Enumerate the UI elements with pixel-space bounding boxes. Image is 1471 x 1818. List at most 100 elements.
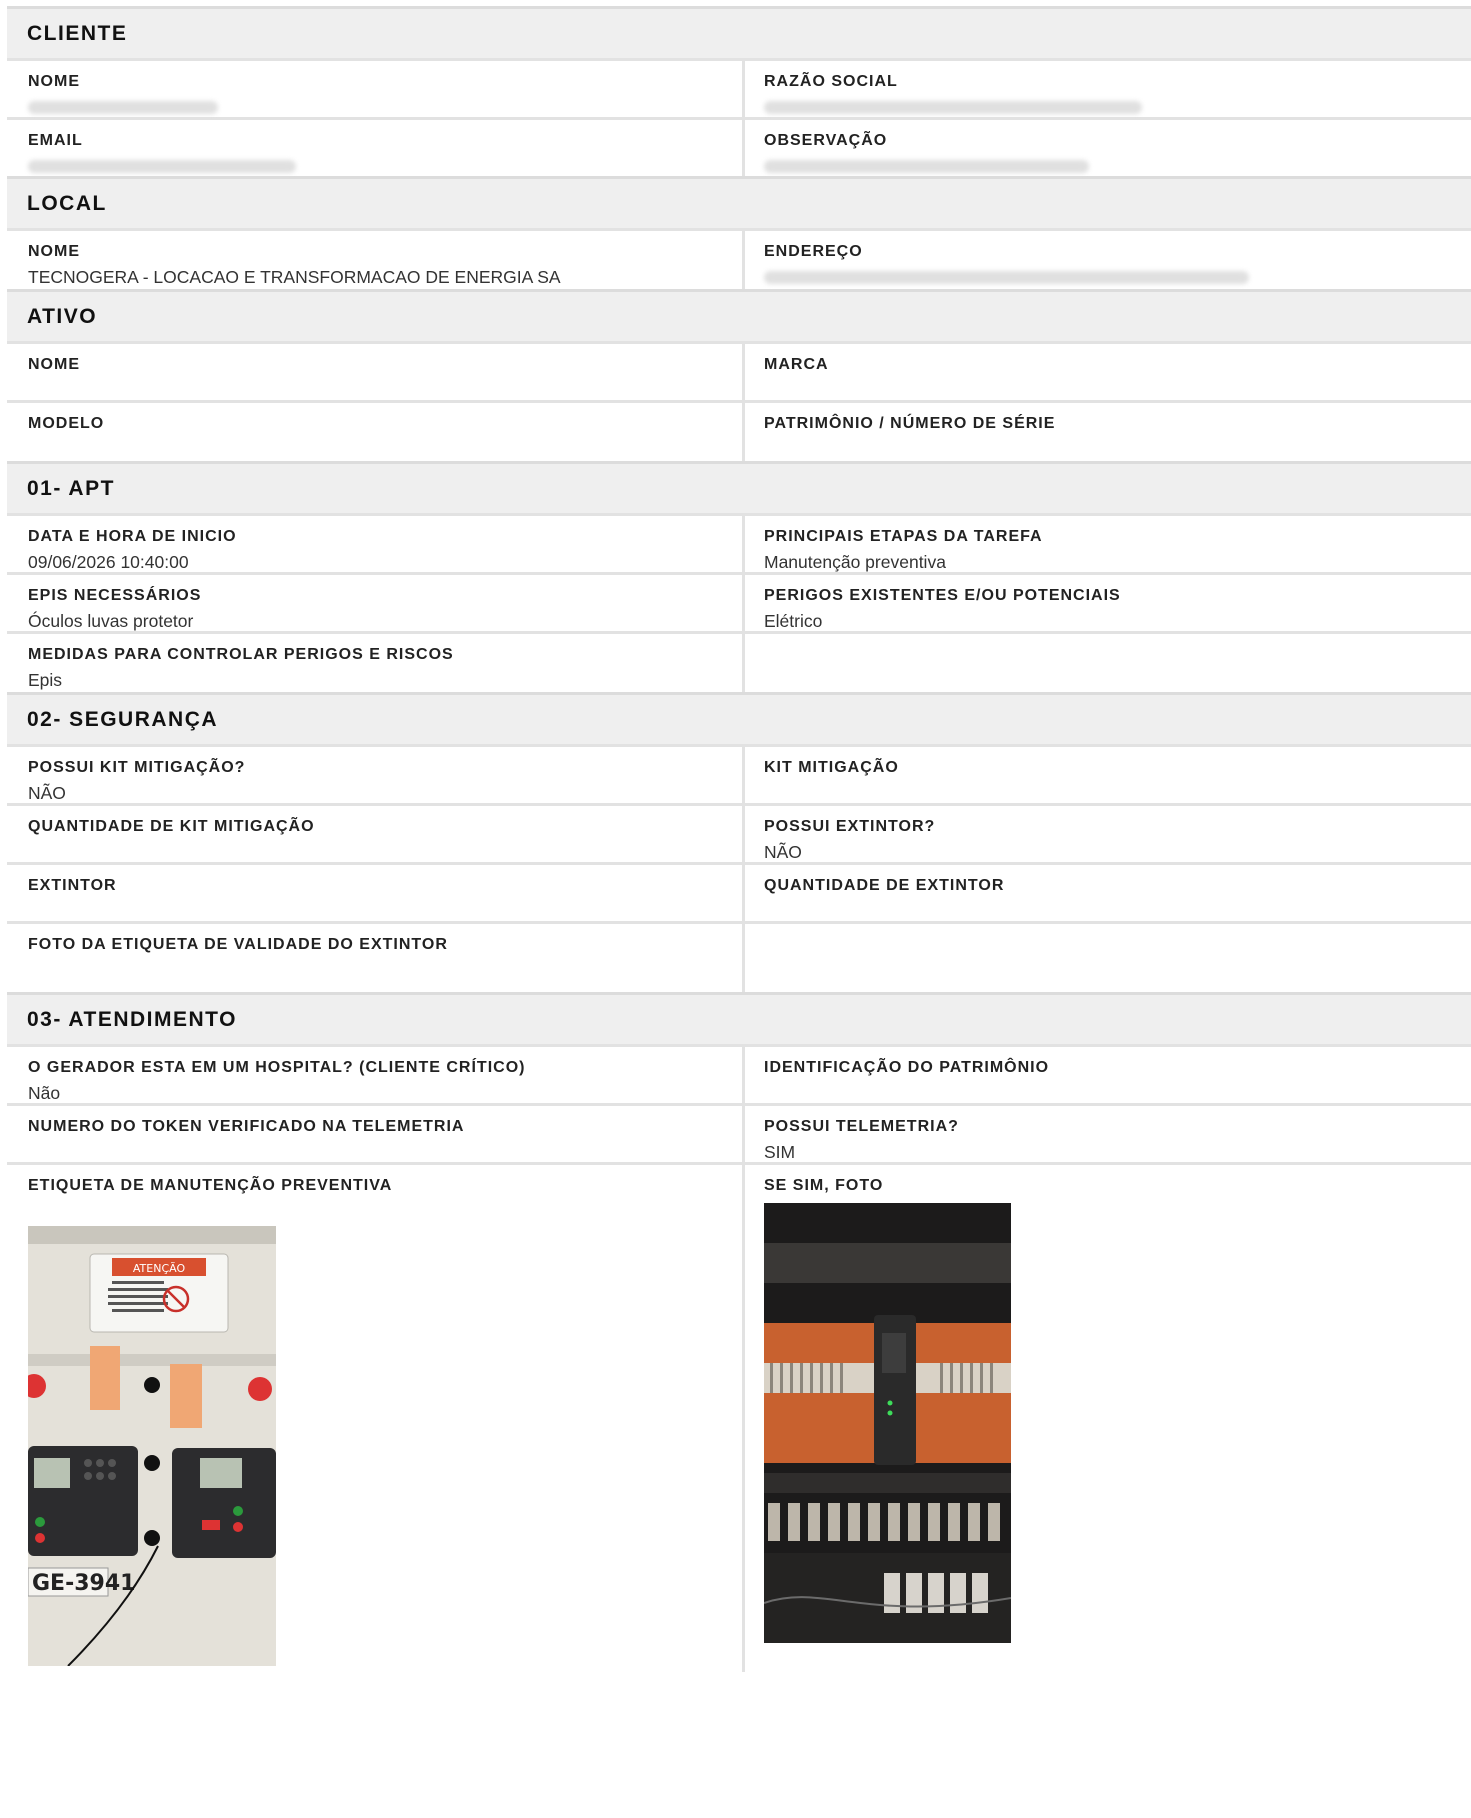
field-label: KIT MITIGAÇÃO bbox=[764, 759, 899, 776]
field-value: NÃO bbox=[764, 842, 802, 862]
field-token: NUMERO DO TOKEN VERIFICADO NA TELEMETRIA bbox=[7, 1106, 742, 1162]
field-cliente-observacao: OBSERVAÇÃO bbox=[742, 120, 1471, 176]
field-label: POSSUI EXTINTOR? bbox=[764, 818, 936, 835]
field-label: DATA E HORA DE INICIO bbox=[28, 528, 237, 545]
field-label: NOME bbox=[28, 243, 80, 260]
report-sheet: CLIENTE NOME RAZÃO SOCIAL EMAIL OBSERVAÇ… bbox=[7, 6, 1471, 1672]
field-possui-kit: POSSUI KIT MITIGAÇÃO? NÃO bbox=[7, 747, 742, 803]
section-cliente-header: CLIENTE bbox=[7, 6, 1471, 58]
field-value: Óculos luvas protetor bbox=[28, 611, 194, 631]
field-extintor: EXTINTOR bbox=[7, 865, 742, 921]
field-qtd-kit: QUANTIDADE DE KIT MITIGAÇÃO bbox=[7, 806, 742, 862]
field-row: MEDIDAS PARA CONTROLAR PERIGOS E RISCOS … bbox=[7, 631, 1471, 692]
field-telemetria: POSSUI TELEMETRIA? SIM bbox=[742, 1106, 1471, 1162]
field-label: POSSUI KIT MITIGAÇÃO? bbox=[28, 759, 246, 776]
field-apt-etapas: PRINCIPAIS ETAPAS DA TAREFA Manutenção p… bbox=[742, 516, 1471, 572]
redacted-value bbox=[28, 160, 296, 173]
redacted-value bbox=[764, 160, 1089, 173]
field-ativo-nome: NOME bbox=[7, 344, 742, 400]
field-label: SE SIM, FOTO bbox=[764, 1177, 884, 1194]
field-row: FOTO DA ETIQUETA DE VALIDADE DO EXTINTOR bbox=[7, 921, 1471, 992]
field-label: NUMERO DO TOKEN VERIFICADO NA TELEMETRIA bbox=[28, 1118, 465, 1135]
field-label: PRINCIPAIS ETAPAS DA TAREFA bbox=[764, 528, 1043, 545]
field-row: EXTINTOR QUANTIDADE DE EXTINTOR bbox=[7, 862, 1471, 921]
field-row: NOME RAZÃO SOCIAL bbox=[7, 58, 1471, 117]
field-value: Elétrico bbox=[764, 611, 823, 631]
redacted-value bbox=[764, 101, 1142, 114]
field-value: Não bbox=[28, 1083, 61, 1103]
field-value: NÃO bbox=[28, 783, 66, 803]
field-label: EPIS NECESSÁRIOS bbox=[28, 587, 202, 604]
field-local-nome: NOME TECNOGERA - LOCACAO E TRANSFORMACAO… bbox=[7, 231, 742, 289]
field-local-endereco: ENDEREÇO bbox=[742, 231, 1471, 289]
field-label: MEDIDAS PARA CONTROLAR PERIGOS E RISCOS bbox=[28, 646, 454, 663]
telemetria-photo[interactable] bbox=[764, 1203, 1011, 1643]
field-label: PATRIMÔNIO / NÚMERO DE SÉRIE bbox=[764, 415, 1056, 432]
redacted-value bbox=[28, 101, 218, 114]
generator-panel-image: ATENÇÃO GE-3941 bbox=[28, 1226, 276, 1666]
section-ativo-header: ATIVO bbox=[7, 289, 1471, 341]
field-cliente-email: EMAIL bbox=[7, 120, 742, 176]
field-cliente-nome: NOME bbox=[7, 61, 742, 117]
field-possui-extintor: POSSUI EXTINTOR? NÃO bbox=[742, 806, 1471, 862]
etiqueta-photo[interactable]: ATENÇÃO GE-3941 bbox=[28, 1226, 276, 1666]
field-label: QUANTIDADE DE KIT MITIGAÇÃO bbox=[28, 818, 315, 835]
section-title: LOCAL bbox=[27, 191, 107, 215]
section-title: ATIVO bbox=[27, 304, 98, 328]
field-value: Manutenção preventiva bbox=[764, 552, 946, 572]
section-seguranca-header: 02- SEGURANÇA bbox=[7, 692, 1471, 744]
field-row: EPIS NECESSÁRIOS Óculos luvas protetor P… bbox=[7, 572, 1471, 631]
field-label: RAZÃO SOCIAL bbox=[764, 73, 898, 90]
field-ativo-marca: MARCA bbox=[742, 344, 1471, 400]
section-local-header: LOCAL bbox=[7, 176, 1471, 228]
field-label: MODELO bbox=[28, 415, 105, 432]
field-label: FOTO DA ETIQUETA DE VALIDADE DO EXTINTOR bbox=[28, 936, 448, 953]
section-atendimento-header: 03- ATENDIMENTO bbox=[7, 992, 1471, 1044]
field-apt-medidas: MEDIDAS PARA CONTROLAR PERIGOS E RISCOS … bbox=[7, 634, 742, 692]
field-kit-mitigacao: KIT MITIGAÇÃO bbox=[742, 747, 1471, 803]
section-title: 01- APT bbox=[27, 476, 115, 500]
field-label: NOME bbox=[28, 356, 80, 373]
section-title: 02- SEGURANÇA bbox=[27, 707, 219, 731]
field-label: EMAIL bbox=[28, 132, 83, 149]
field-ativo-patrimonio: PATRIMÔNIO / NÚMERO DE SÉRIE bbox=[742, 403, 1471, 461]
field-empty bbox=[742, 924, 1471, 992]
field-ativo-modelo: MODELO bbox=[7, 403, 742, 461]
field-row: O GERADOR ESTA EM UM HOSPITAL? (CLIENTE … bbox=[7, 1044, 1471, 1103]
field-row: NUMERO DO TOKEN VERIFICADO NA TELEMETRIA… bbox=[7, 1103, 1471, 1162]
field-foto-telemetria: SE SIM, FOTO bbox=[742, 1165, 1471, 1672]
field-value: 09/06/2026 10:40:00 bbox=[28, 552, 189, 572]
field-row: POSSUI KIT MITIGAÇÃO? NÃO KIT MITIGAÇÃO bbox=[7, 744, 1471, 803]
field-row: MODELO PATRIMÔNIO / NÚMERO DE SÉRIE bbox=[7, 400, 1471, 461]
field-value: TECNOGERA - LOCACAO E TRANSFORMACAO DE E… bbox=[28, 267, 561, 287]
field-label: EXTINTOR bbox=[28, 877, 117, 894]
section-apt-header: 01- APT bbox=[7, 461, 1471, 513]
field-label: ENDEREÇO bbox=[764, 243, 863, 260]
field-label: MARCA bbox=[764, 356, 829, 373]
field-label: QUANTIDADE DE EXTINTOR bbox=[764, 877, 1005, 894]
field-identificacao: IDENTIFICAÇÃO DO PATRIMÔNIO bbox=[742, 1047, 1471, 1103]
field-label: O GERADOR ESTA EM UM HOSPITAL? (CLIENTE … bbox=[28, 1059, 526, 1076]
field-etiqueta: ETIQUETA DE MANUTENÇÃO PREVENTIVA ATENÇÃ… bbox=[7, 1165, 742, 1672]
generator-tag: GE-3941 bbox=[32, 1571, 135, 1596]
field-value: SIM bbox=[764, 1142, 796, 1162]
redacted-value bbox=[764, 271, 1249, 284]
section-title: 03- ATENDIMENTO bbox=[27, 1007, 237, 1031]
field-foto-extintor: FOTO DA ETIQUETA DE VALIDADE DO EXTINTOR bbox=[7, 924, 742, 992]
field-row: NOME MARCA bbox=[7, 341, 1471, 400]
field-label: IDENTIFICAÇÃO DO PATRIMÔNIO bbox=[764, 1059, 1050, 1076]
field-label: OBSERVAÇÃO bbox=[764, 132, 888, 149]
field-label: NOME bbox=[28, 73, 80, 90]
field-apt-perigos: PERIGOS EXISTENTES E/OU POTENCIAIS Elétr… bbox=[742, 575, 1471, 631]
field-row: ETIQUETA DE MANUTENÇÃO PREVENTIVA ATENÇÃ… bbox=[7, 1162, 1471, 1672]
field-label: ETIQUETA DE MANUTENÇÃO PREVENTIVA bbox=[28, 1177, 393, 1194]
field-qtd-extintor: QUANTIDADE DE EXTINTOR bbox=[742, 865, 1471, 921]
field-row: EMAIL OBSERVAÇÃO bbox=[7, 117, 1471, 176]
field-value: Epis bbox=[28, 670, 63, 690]
field-row: DATA E HORA DE INICIO 09/06/2026 10:40:0… bbox=[7, 513, 1471, 572]
field-apt-data: DATA E HORA DE INICIO 09/06/2026 10:40:0… bbox=[7, 516, 742, 572]
field-row: QUANTIDADE DE KIT MITIGAÇÃO POSSUI EXTIN… bbox=[7, 803, 1471, 862]
field-empty bbox=[742, 634, 1471, 692]
field-label: POSSUI TELEMETRIA? bbox=[764, 1118, 959, 1135]
sign-title: ATENÇÃO bbox=[133, 1262, 186, 1275]
